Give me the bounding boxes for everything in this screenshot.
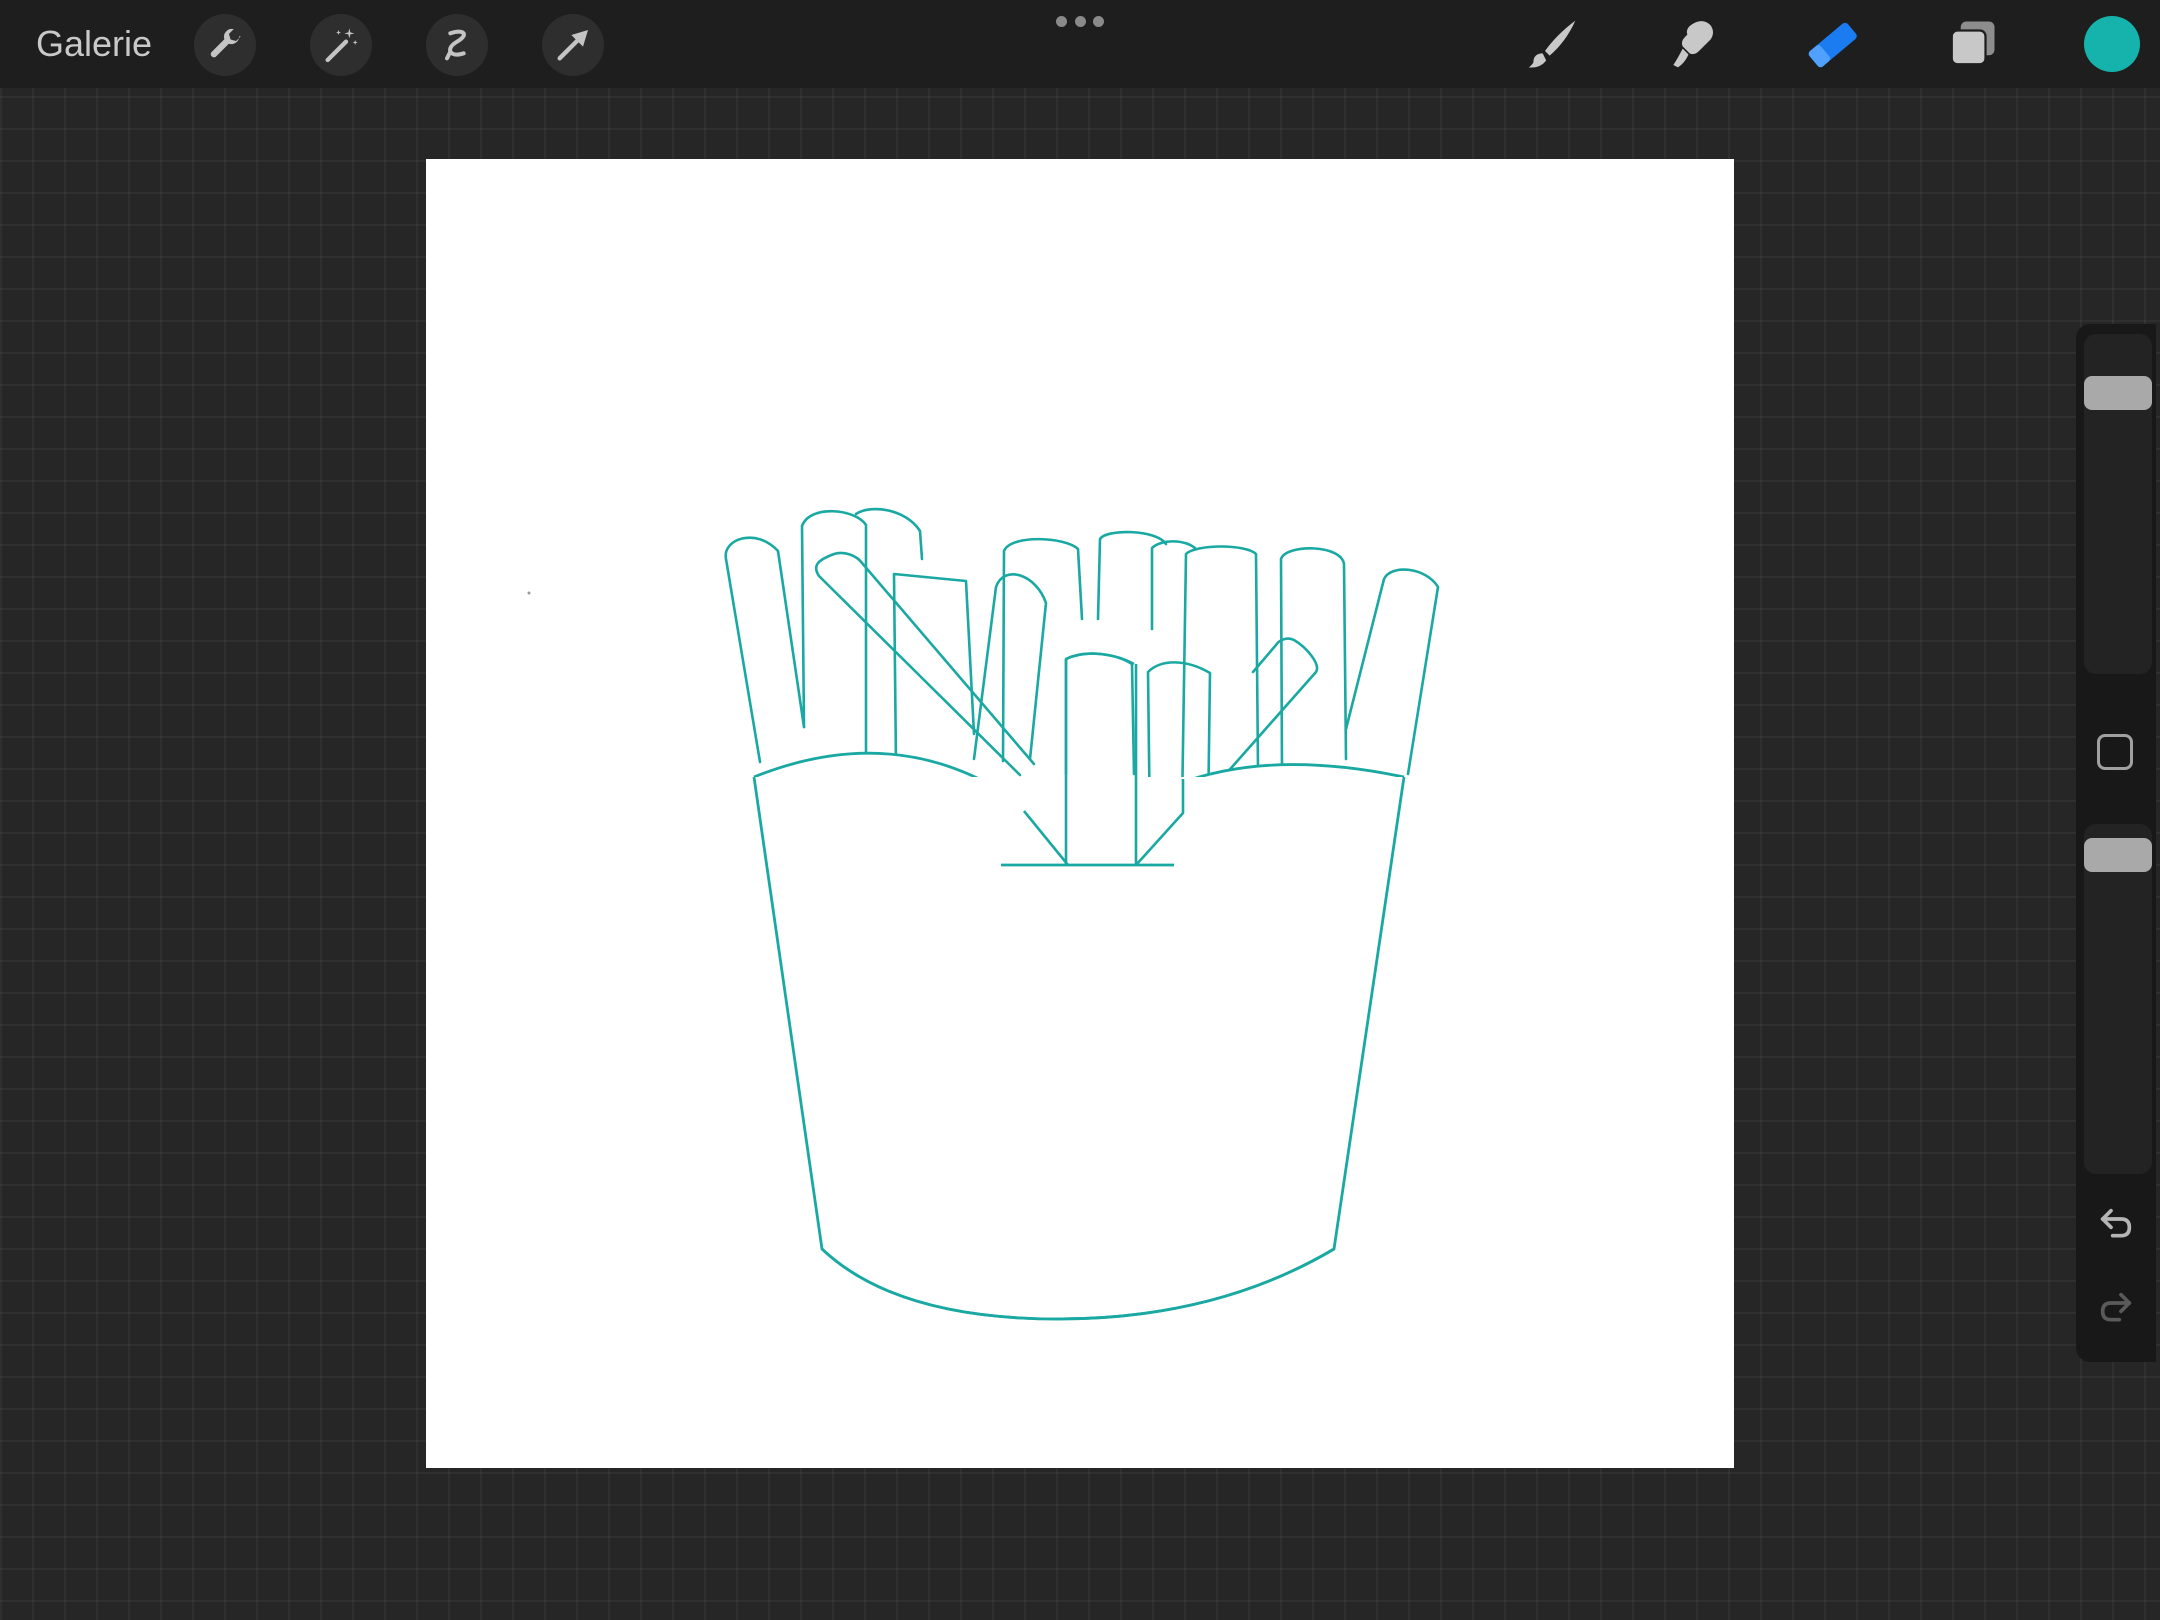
transform-button[interactable] bbox=[542, 14, 604, 76]
sidebar bbox=[2076, 324, 2156, 1362]
redo-icon bbox=[2100, 1292, 2132, 1322]
adjustments-button[interactable] bbox=[310, 14, 372, 76]
selection-icon bbox=[445, 29, 466, 61]
brush-icon bbox=[1528, 20, 1576, 68]
drawing-canvas[interactable] bbox=[426, 159, 1734, 1468]
stray-dot bbox=[527, 591, 531, 595]
top-toolbar: Galerie bbox=[0, 0, 2160, 88]
paint-tool-button[interactable] bbox=[1520, 14, 1584, 74]
magic-wand-icon bbox=[325, 28, 358, 63]
brush-size-thumb[interactable] bbox=[2084, 376, 2152, 410]
grabber-dot bbox=[1074, 15, 1086, 27]
smudge-icon bbox=[1673, 21, 1713, 68]
color-swatch-button[interactable] bbox=[2084, 16, 2140, 72]
opacity-slider[interactable] bbox=[2084, 824, 2152, 1174]
wrench-icon bbox=[210, 28, 241, 58]
fries-drawing bbox=[527, 507, 1440, 1321]
undo-icon bbox=[2100, 1208, 2132, 1238]
actions-button[interactable] bbox=[194, 14, 256, 76]
eraser-tool-button[interactable] bbox=[1800, 14, 1864, 74]
undo-button[interactable] bbox=[2094, 1202, 2138, 1246]
transform-arrow-icon bbox=[557, 30, 588, 61]
grabber-dot bbox=[1056, 15, 1067, 27]
layers-icon bbox=[1950, 21, 1995, 66]
modify-button[interactable] bbox=[2097, 734, 2133, 770]
smudge-tool-button[interactable] bbox=[1660, 14, 1724, 74]
toolbar-grabber[interactable] bbox=[1056, 14, 1104, 28]
grabber-dot bbox=[1093, 15, 1104, 27]
layers-button[interactable] bbox=[1940, 14, 2004, 74]
selection-button[interactable] bbox=[426, 14, 488, 76]
opacity-thumb[interactable] bbox=[2084, 838, 2152, 872]
eraser-icon bbox=[1808, 22, 1857, 68]
redo-button[interactable] bbox=[2094, 1286, 2138, 1330]
gallery-button[interactable]: Galerie bbox=[36, 20, 152, 68]
